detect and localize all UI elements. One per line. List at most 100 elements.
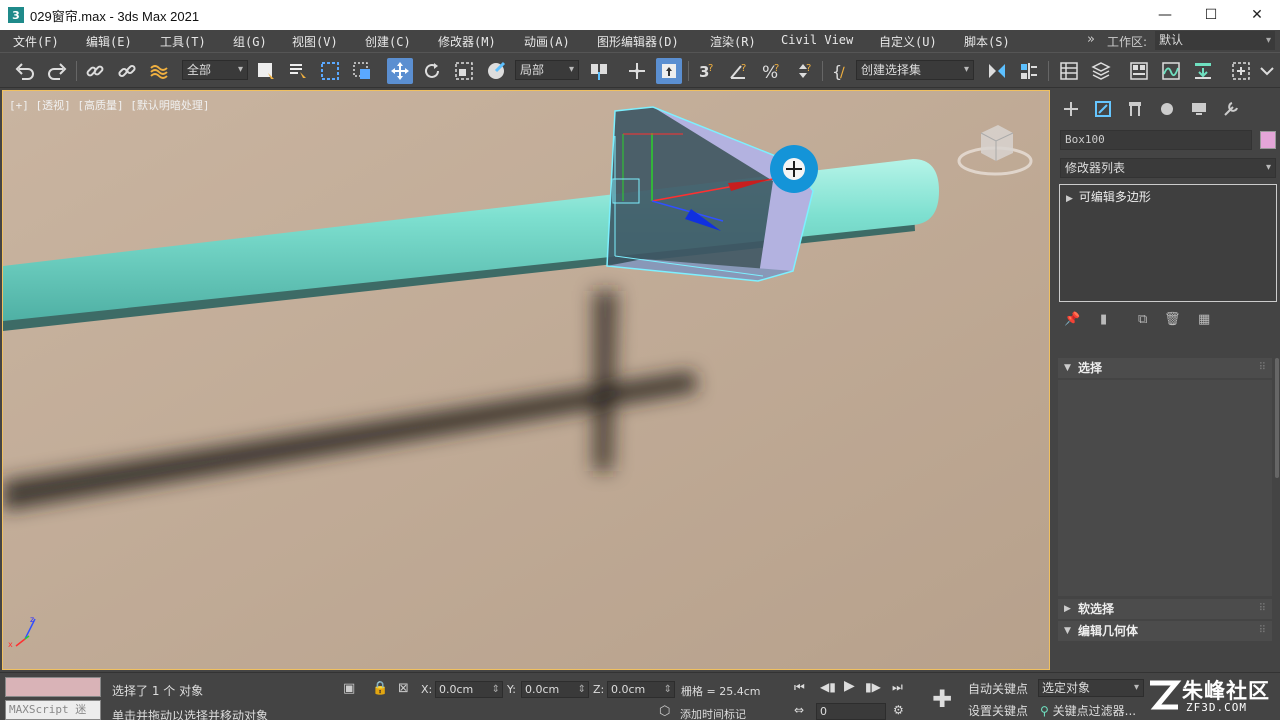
menu-tools[interactable]: 工具(T) [160,33,206,50]
time-tag-icon[interactable]: ⬡ [659,704,670,719]
close-button[interactable]: ✕ [1234,0,1280,30]
material-editor-icon[interactable] [1228,58,1254,84]
stack-item-editable-poly[interactable]: ▶ 可编辑多边形 [1066,188,1151,205]
viewport-label-menu[interactable]: [+] [透视] [高质量] [默认明暗处理] [9,97,209,113]
edit-named-selection-icon[interactable]: {∕ [828,58,854,84]
scene-explorer-icon[interactable] [1056,58,1082,84]
hierarchy-tab-icon[interactable] [1124,98,1146,120]
named-selection-dropdown[interactable]: 创建选择集 [856,60,974,80]
show-end-result-icon[interactable]: ▮ [1100,312,1107,327]
perspective-viewport[interactable]: z x [+] [透视] [高质量] [默认明暗处理] [2,90,1050,670]
go-to-end-icon[interactable]: ⏭ [892,680,903,695]
workspace-dropdown[interactable]: 默认 [1155,31,1275,50]
configure-modifier-sets-icon[interactable]: ▦ [1198,312,1210,327]
curve-editor-icon[interactable] [1158,58,1184,84]
select-by-name-icon[interactable] [285,58,311,84]
motion-tab-icon[interactable] [1156,98,1178,120]
object-color-swatch[interactable] [1260,131,1276,149]
snaps-toggle-icon[interactable]: 3? [694,58,720,84]
command-panel-scrollbar[interactable] [1275,358,1279,478]
play-icon[interactable]: ▶ [844,678,855,694]
menu-modifiers[interactable]: 修改器(M) [438,33,496,50]
x-coordinate-field[interactable]: 0.0cm [435,681,503,698]
modifier-stack[interactable]: ▶ 可编辑多边形 [1059,184,1277,302]
z-coordinate-field[interactable]: 0.0cm [607,681,675,698]
current-frame-field[interactable]: 0 [816,703,886,720]
toggle-ribbon-icon[interactable] [1126,58,1152,84]
add-time-tag-button[interactable]: 添加时间标记 [680,706,746,720]
select-and-move-icon[interactable] [387,58,413,84]
create-tab-icon[interactable] [1060,98,1082,120]
pin-stack-icon[interactable]: 📌 [1064,312,1080,327]
select-manipulate-icon[interactable] [624,58,650,84]
maxscript-listener-output[interactable] [5,677,101,697]
rollout-selection[interactable]: 选择 ⠿ [1058,358,1272,378]
time-configuration-icon[interactable]: ⚙ [893,703,904,717]
isolate-selection-icon[interactable]: ▣ [343,681,355,696]
modify-tab-icon[interactable] [1092,98,1114,120]
set-key-button[interactable]: 设置关键点 [966,702,1032,720]
y-coordinate-field[interactable]: 0.0cm [521,681,589,698]
svg-text:?: ? [774,63,779,74]
schematic-view-icon[interactable] [1190,58,1216,84]
key-selection-set-dropdown[interactable]: 选定对象 [1038,679,1144,697]
mirror-icon[interactable] [984,58,1010,84]
rollout-soft-selection[interactable]: 软选择 ⠿ [1058,599,1272,619]
align-icon[interactable] [1016,58,1042,84]
percent-snap-icon[interactable]: %? [758,58,784,84]
place-object-icon[interactable] [483,58,509,84]
display-tab-icon[interactable] [1188,98,1210,120]
reference-coord-system-dropdown[interactable]: 局部 [515,60,579,80]
keyboard-shortcut-override-icon[interactable] [656,58,682,84]
rollout-edit-geometry[interactable]: 编辑几何体 ⠿ [1058,621,1272,641]
unlink-icon[interactable] [114,58,140,84]
selection-filter-dropdown[interactable]: 全部 [182,60,248,80]
menu-animation[interactable]: 动画(A) [524,33,570,50]
angle-snap-icon[interactable]: ? [726,58,752,84]
menu-scripting[interactable]: 脚本(S) [964,33,1010,50]
rectangular-selection-icon[interactable] [317,58,343,84]
key-filters-button[interactable]: ⚲ 关键点过滤器... [1040,702,1136,719]
undo-icon[interactable] [12,58,38,84]
previous-frame-icon[interactable]: ◀▮ [820,680,836,694]
key-mode-toggle-icon[interactable]: ⇔ [794,703,804,717]
selection-lock-icon[interactable]: 🔒 [372,681,388,696]
make-unique-icon[interactable]: ⧉ [1138,312,1147,327]
menu-edit[interactable]: 编辑(E) [86,33,132,50]
menu-group[interactable]: 组(G) [233,33,267,50]
window-crossing-icon[interactable] [349,58,375,84]
absolute-relative-toggle-icon[interactable]: ⊠ [398,681,409,696]
go-to-start-icon[interactable]: ⏮ [794,680,805,695]
expand-arrow-icon[interactable]: ▶ [1066,194,1073,204]
bind-space-warp-icon[interactable] [146,58,172,84]
main-toolbar: 全部 局部 3? ? %? ? {∕ [0,52,1280,88]
menu-graph-editors[interactable]: 图形编辑器(D) [597,33,679,50]
modifier-list-dropdown[interactable]: 修改器列表 [1060,158,1276,178]
toolbar-overflow-icon[interactable] [1256,58,1278,84]
pivot-center-icon[interactable] [586,58,612,84]
menu-overflow-icon[interactable]: » [1087,32,1095,47]
menu-create[interactable]: 创建(C) [365,33,411,50]
remove-modifier-icon[interactable]: 🗑 [1164,312,1181,327]
viewport-scene[interactable]: z x [3,91,1050,670]
select-and-scale-icon[interactable] [451,58,477,84]
maxscript-mini-listener[interactable]: MAXScript 迷 [5,700,101,720]
redo-icon[interactable] [44,58,70,84]
menu-views[interactable]: 视图(V) [292,33,338,50]
select-and-rotate-icon[interactable] [419,58,445,84]
link-icon[interactable] [82,58,108,84]
menu-rendering[interactable]: 渲染(R) [710,33,756,50]
menu-file[interactable]: 文件(F) [13,33,59,50]
menu-customize[interactable]: 自定义(U) [879,33,937,50]
menu-civil-view[interactable]: Civil View [781,33,853,47]
set-keys-icon[interactable]: ✚ [926,681,958,717]
select-object-icon[interactable] [253,58,279,84]
next-frame-icon[interactable]: ▮▶ [865,680,881,694]
layer-explorer-icon[interactable] [1088,58,1114,84]
utilities-tab-icon[interactable] [1220,98,1242,120]
object-name-field[interactable]: Box100 [1060,130,1252,150]
auto-key-button[interactable]: 自动关键点 [966,680,1032,698]
spinner-snap-icon[interactable]: ? [790,58,816,84]
maximize-button[interactable]: ☐ [1188,0,1234,30]
minimize-button[interactable]: — [1142,0,1188,30]
